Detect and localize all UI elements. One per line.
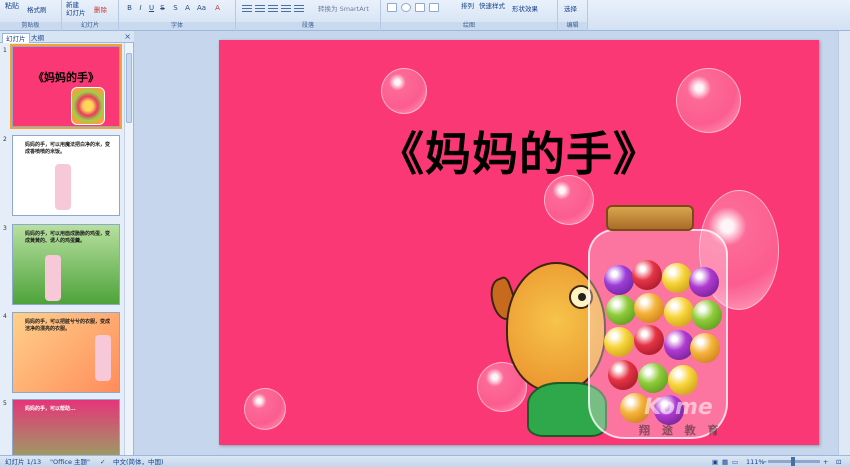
bold-button[interactable]: B	[125, 4, 134, 13]
candy-icon	[604, 327, 634, 357]
font-color-button[interactable]: A	[213, 4, 222, 13]
thumbnail-text: 妈妈的手，可以帮助...	[25, 406, 76, 412]
change-case-button[interactable]: Aa	[197, 4, 206, 13]
strikethrough-button[interactable]: S	[158, 4, 167, 13]
watermark-logo: Kome	[644, 395, 713, 420]
editing-group: 选择 编辑	[558, 0, 588, 31]
thumbnail-slide-2[interactable]: 妈妈的手，可以用魔法把白净的米，变成香喷喷的米饭。	[12, 135, 120, 216]
thumb-number: 3	[3, 225, 7, 232]
jar-thumb-icon	[71, 87, 105, 125]
thumbnail-text: 妈妈的手，可以用魔法把白净的米，变成香喷喷的米饭。	[25, 142, 111, 155]
editing-label: 编辑	[558, 22, 587, 30]
zoom-out-icon[interactable]: −	[762, 457, 767, 467]
slide-title[interactable]: 《妈妈的手》	[219, 118, 819, 184]
thumbnail-text: 妈妈的手，可以把脏兮兮的衣服，变成洁净的漂亮的衣服。	[25, 319, 111, 332]
panel-tabs: 幻灯片 大纲 ×	[0, 31, 134, 43]
bubble-icon	[381, 68, 427, 114]
status-bar: 幻灯片 1/13 "Office 主题" ✓ 中文(简体，中国) ▣ ▦ ▭ 1…	[0, 455, 850, 467]
girl-thumb-icon	[95, 335, 111, 381]
thumbnail-scrollbar[interactable]	[124, 43, 133, 455]
underline-button[interactable]: U	[147, 4, 156, 13]
format-painter-button[interactable]: 格式刷	[27, 4, 47, 14]
sorter-view-icon[interactable]: ▦	[722, 457, 728, 467]
scroll-thumb[interactable]	[126, 53, 132, 123]
candy-icon	[664, 297, 694, 327]
girl-thumb-icon	[45, 255, 61, 301]
candy-icon	[606, 295, 636, 325]
bubble-icon	[244, 388, 286, 430]
slide-canvas[interactable]: 《妈妈的手》 Kome 翔 途 教 育	[219, 40, 819, 445]
fit-window-icon[interactable]: ⊡	[836, 457, 841, 467]
slideshow-view-icon[interactable]: ▭	[732, 457, 738, 467]
align-right-icon[interactable]	[268, 5, 278, 13]
shape-line-icon[interactable]	[429, 3, 439, 12]
shape-rect-icon[interactable]	[387, 3, 397, 12]
thumbnail-slide-4[interactable]: 妈妈的手，可以把脏兮兮的衣服，变成洁净的漂亮的衣服。	[12, 312, 120, 393]
slides-group: 新建 幻灯片 删除 幻灯片	[62, 0, 119, 31]
delete-slide-button[interactable]: 删除	[94, 4, 107, 14]
ribbon: 粘贴 格式刷 剪贴板 新建 幻灯片 删除 幻灯片 B I U S S A Aa …	[0, 0, 850, 31]
girl-thumb-icon	[55, 164, 71, 210]
paragraph-label: 段落	[236, 22, 380, 30]
candy-icon	[638, 363, 668, 393]
paragraph-group: 转换为 SmartArt 段落	[236, 0, 381, 31]
candy-icon	[668, 365, 698, 395]
candy-icon	[689, 267, 719, 297]
font-group: B I U S S A Aa A 字体	[119, 0, 236, 31]
editor-scrollbar[interactable]	[838, 31, 850, 455]
thumbnail-slide-5[interactable]: 妈妈的手，可以帮助...	[12, 399, 120, 455]
thumb-number: 1	[3, 47, 7, 54]
arrange-button[interactable]: 排列	[461, 0, 474, 10]
thumbnail-slide-3[interactable]: 妈妈的手，可以用面成脆脆的鸡蛋，变成黄黄的、诱人的鸡蛋羹。	[12, 224, 120, 305]
tab-outline[interactable]: 大纲	[28, 33, 47, 43]
candy-icon	[632, 260, 662, 290]
spell-check-icon[interactable]: ✓	[100, 457, 105, 467]
watermark-text: 翔 途 教 育	[639, 424, 723, 437]
clipboard-group: 粘贴 格式刷 剪贴板	[0, 0, 62, 31]
shadow-button[interactable]: S	[171, 4, 180, 13]
thumb-number: 4	[3, 313, 7, 320]
justify-icon[interactable]	[281, 5, 291, 13]
new-slide-button[interactable]: 新建 幻灯片	[66, 1, 86, 17]
shape-oval-icon[interactable]	[401, 3, 411, 12]
zoom-slider-knob[interactable]	[791, 457, 795, 466]
clipboard-label: 剪贴板	[0, 22, 61, 30]
shape-effects-button[interactable]: 形状效果	[512, 3, 538, 13]
spacing-button[interactable]: A	[183, 4, 192, 13]
thumbnail-title: 《妈妈的手》	[33, 71, 99, 84]
italic-button[interactable]: I	[136, 4, 145, 13]
font-label: 字体	[119, 22, 235, 30]
slide-thumbnails: 1 《妈妈的手》 2 妈妈的手，可以用魔法把白净的米，变成香喷喷的米饭。 3 妈…	[0, 43, 134, 455]
candy-icon	[692, 300, 722, 330]
close-panel-icon[interactable]: ×	[124, 32, 131, 41]
slides-label: 幻灯片	[62, 22, 118, 30]
language-indicator[interactable]: 中文(简体，中国)	[113, 457, 164, 467]
candy-icon	[690, 333, 720, 363]
jar-lid	[606, 205, 694, 231]
thumb-number: 2	[3, 136, 7, 143]
convert-smartart-button[interactable]: 转换为 SmartArt	[318, 3, 369, 13]
thumb-number: 5	[3, 400, 7, 407]
slide-position: 幻灯片 1/13	[5, 458, 42, 466]
drawing-label: 绘图	[381, 22, 557, 30]
candy-icon	[662, 263, 692, 293]
tab-slides[interactable]: 幻灯片	[2, 33, 30, 43]
thumbnail-slide-1[interactable]: 《妈妈的手》	[10, 44, 122, 129]
candy-icon	[604, 265, 634, 295]
normal-view-icon[interactable]: ▣	[712, 457, 718, 467]
align-left-icon[interactable]	[242, 5, 252, 13]
columns-icon[interactable]	[294, 5, 304, 13]
candy-icon	[608, 360, 638, 390]
thumbnail-text: 妈妈的手，可以用面成脆脆的鸡蛋，变成黄黄的、诱人的鸡蛋羹。	[25, 231, 111, 244]
drawing-group: 排列 快速样式 形状效果 绘图	[381, 0, 558, 31]
quick-styles-button[interactable]: 快速样式	[479, 0, 505, 10]
candy-icon	[634, 293, 664, 323]
shape-arrow-icon[interactable]	[415, 3, 425, 12]
theme-name[interactable]: "Office 主题"	[50, 457, 90, 467]
paste-button[interactable]: 粘贴	[5, 1, 19, 11]
align-center-icon[interactable]	[255, 5, 265, 13]
select-button[interactable]: 选择	[564, 3, 577, 13]
candy-icon	[634, 325, 664, 355]
zoom-in-icon[interactable]: +	[823, 457, 828, 467]
